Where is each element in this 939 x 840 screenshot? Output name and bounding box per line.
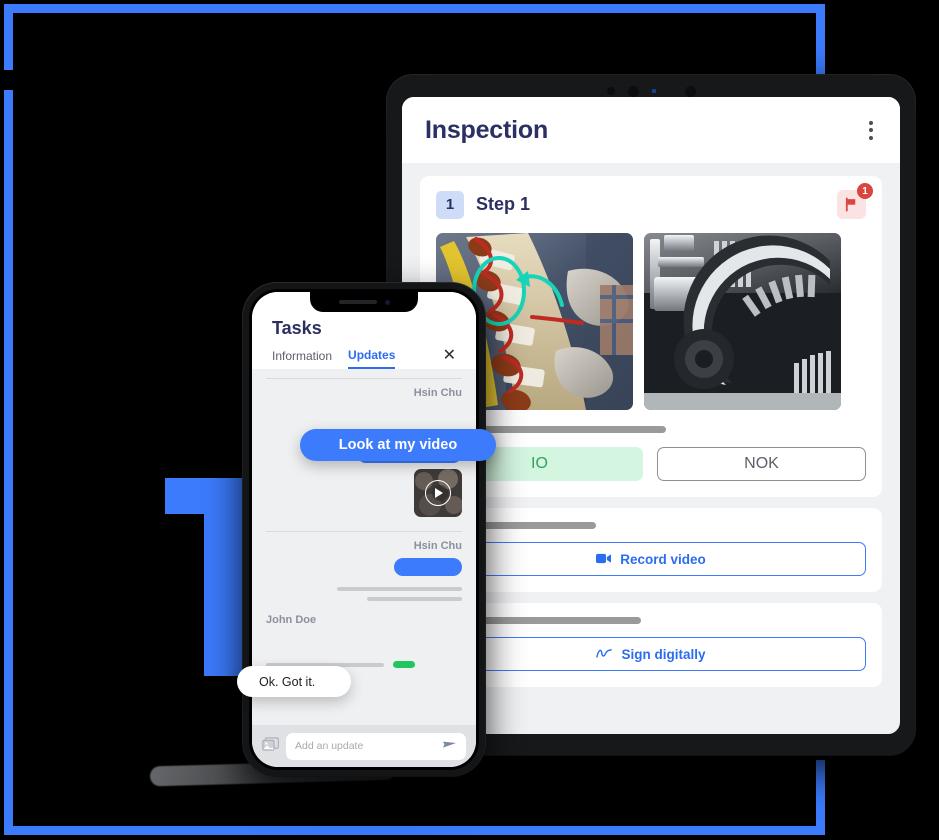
front-camera-icon [684,85,696,97]
feed-divider [266,378,462,379]
phone-updates-feed: Hsin Chu Hsin Chu John Doe [252,378,476,668]
tablet-sensor-array [387,84,915,98]
screenshot-stage: Inspection 1 Step 1 1 IO NOK Record vide… [0,0,939,840]
play-triangle [435,488,443,498]
kebab-menu-icon[interactable] [865,117,877,144]
tab-updates[interactable]: Updates [348,348,396,369]
step-number-badge: 1 [436,190,464,219]
gearbox-machinery-photo[interactable] [644,233,841,410]
record-video-label: Record video [620,551,706,567]
step-identity: 1 Step 1 [436,190,531,219]
message-bubble-ok-got-it[interactable]: Ok. Got it. [237,666,351,697]
sign-digitally-button[interactable]: Sign digitally [436,637,866,671]
tab-information[interactable]: Information [272,349,332,368]
message-bubble-placeholder [394,558,462,576]
play-icon [425,480,451,506]
message-bubble-look-at-my-video[interactable]: Look at my video [300,429,496,461]
result-nok-button[interactable]: NOK [657,447,866,481]
page-title: Inspection [425,115,549,144]
front-camera-icon [627,85,639,97]
sign-digitally-card: Sign digitally [420,603,882,687]
frame-mask-left-top [0,70,22,90]
skeleton-text-line [337,587,462,591]
skeleton-text-line [367,597,462,601]
phone-bezel: Tasks Information Updates ✕ Hsin Chu Hsi… [249,289,479,770]
feed-divider [266,531,462,532]
tablet-app-header: Inspection [402,97,900,163]
step-header: 1 Step 1 1 [436,183,873,219]
send-icon[interactable] [442,737,457,755]
kebab-dot [869,128,873,132]
message-sender: Hsin Chu [413,540,462,552]
phone-tab-bar: Information Updates ✕ [272,348,456,369]
sensor-dot [668,89,672,93]
signature-icon [596,647,613,662]
flag-badge-count: 1 [857,183,873,199]
sign-digitally-label: Sign digitally [621,646,706,662]
status-badge [393,661,415,668]
video-camera-icon [596,552,612,567]
kebab-dot [869,135,873,140]
phone-notch [310,292,418,312]
message-sender: John Doe [266,614,317,626]
phone-page-title: Tasks [272,318,322,338]
image-icon[interactable] [262,736,280,756]
flag-indicator[interactable]: 1 [837,183,873,219]
update-input-field[interactable]: Add an update [286,732,466,760]
indicator-led-icon [651,89,656,93]
kebab-dot [869,120,873,125]
video-thumbnail[interactable] [414,469,462,517]
message-sender: Hsin Chu [413,387,462,399]
step-photo-gallery [436,233,866,410]
record-video-card: Record video [420,508,882,592]
phone-composer: Add an update [252,725,476,767]
sensor-dot [606,87,615,95]
phone-device: Tasks Information Updates ✕ Hsin Chu Hsi… [237,283,496,776]
front-camera-icon [384,299,390,305]
update-input-placeholder: Add an update [295,740,364,752]
close-icon[interactable]: ✕ [443,348,456,369]
inspection-result-choices: IO NOK [436,447,866,481]
earpiece-speaker [338,300,377,304]
step-title: Step 1 [476,194,531,214]
record-video-button[interactable]: Record video [436,542,866,576]
